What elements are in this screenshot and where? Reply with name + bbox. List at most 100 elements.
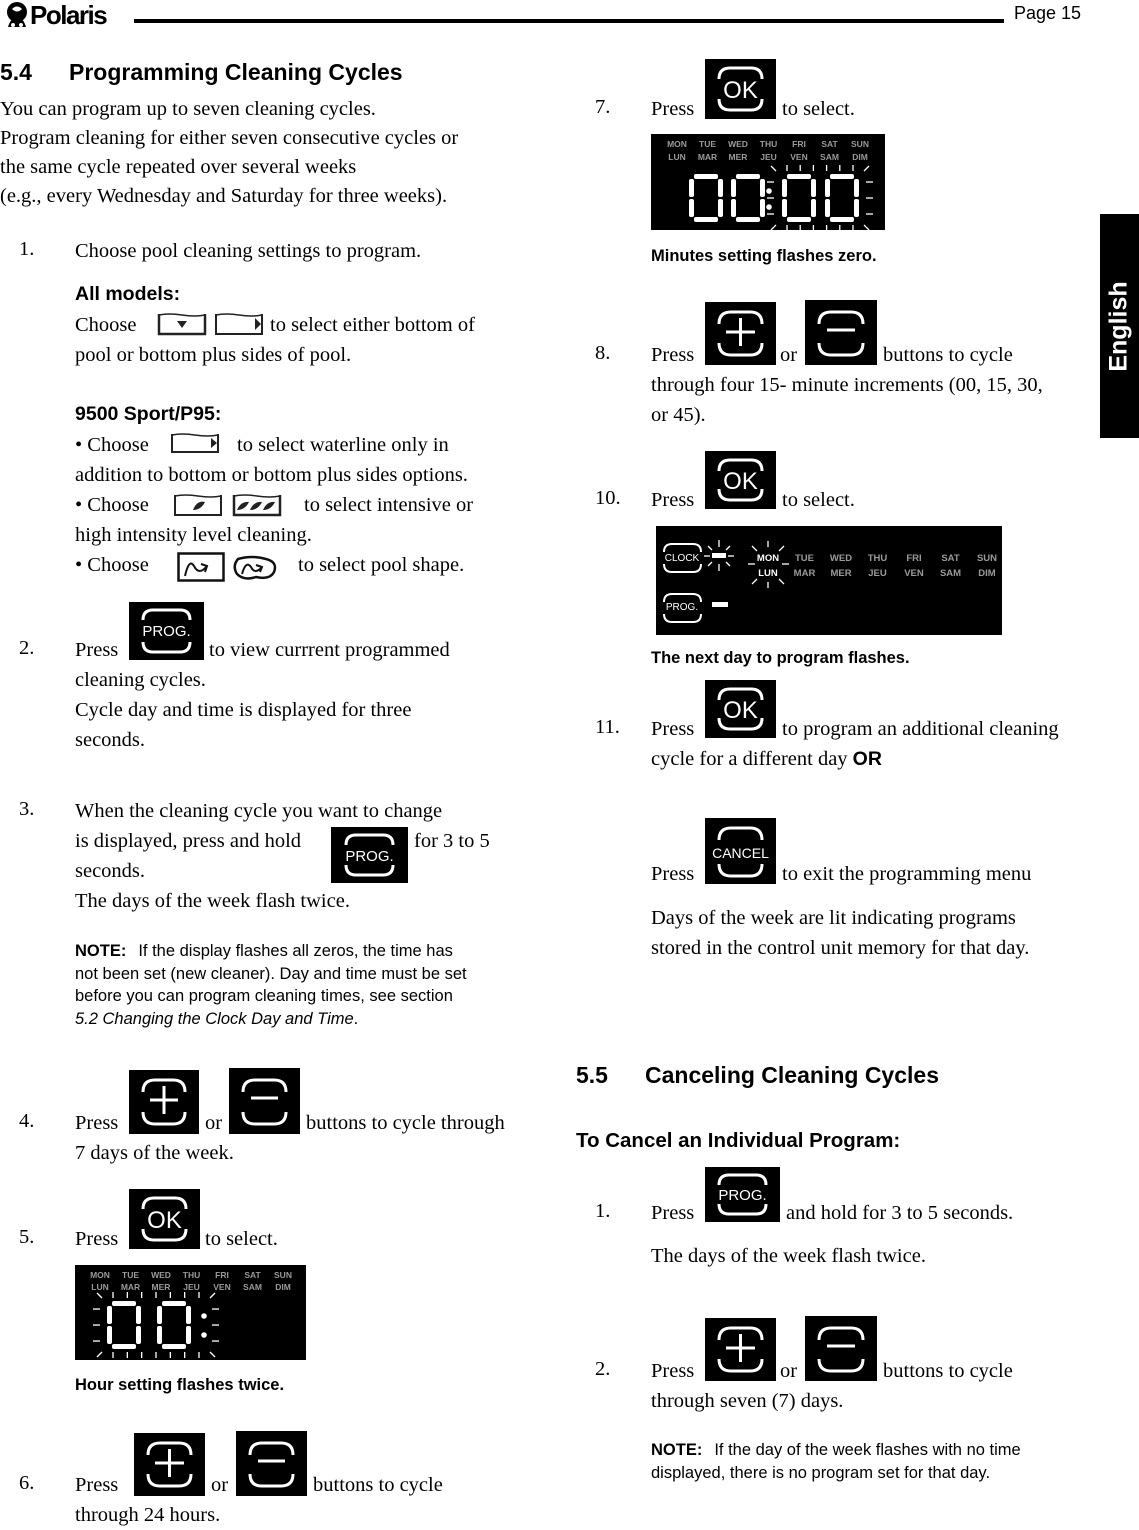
ok-key-icon[interactable]: OK	[129, 1189, 200, 1249]
page-number: Page 15	[1014, 3, 1082, 23]
step-number: 4.	[19, 1110, 35, 1132]
lcd-minutes-display: MON TUE WED THU FRI SAT SUN LUN MAR MER JEU VEN SAM D…	[651, 134, 885, 230]
high-intensity-clean-icon[interactable]	[232, 493, 282, 517]
flash-ray	[725, 561, 731, 567]
prog-key-icon[interactable]: PROG.	[129, 602, 204, 660]
day-label-en: THU	[183, 1270, 200, 1280]
lcd-digit-segment	[136, 1326, 141, 1344]
prog-key-icon[interactable]: PROG.	[705, 1167, 780, 1222]
minus-key-icon[interactable]	[229, 1068, 300, 1134]
ok-key-icon[interactable]: OK	[705, 451, 776, 509]
key-label: PROG.	[718, 1187, 766, 1204]
day-label-fr: JEU	[183, 1282, 200, 1292]
day-label-en: SAT	[821, 139, 838, 149]
day-label-fr: MER	[729, 152, 748, 162]
pool-bottom-sides-icon[interactable]	[214, 312, 264, 336]
plus-key-icon[interactable]	[705, 1318, 776, 1381]
lcd-digit-segment	[825, 199, 830, 217]
step-text: When the cleaning cycle you want to chan…	[75, 800, 443, 822]
plus-key-icon[interactable]	[134, 1433, 205, 1496]
bullet-text: high intensity level cleaning.	[75, 524, 312, 546]
lcd-digit-segment	[186, 1326, 191, 1344]
step-text: Press	[651, 863, 695, 885]
lcd-digit-segment	[787, 174, 811, 179]
key-label: PROG.	[142, 623, 190, 640]
lcd-digit-segment	[107, 1326, 112, 1344]
clock-key-outline	[663, 543, 702, 553]
day-label-en: THU	[760, 139, 777, 149]
section-reference-link[interactable]: 5.2 Changing the Clock Day and Time	[75, 1010, 354, 1028]
step-text: cleaning cycles.	[75, 669, 206, 691]
pool-bottom-icon[interactable]	[157, 312, 207, 336]
minus-key-icon[interactable]	[805, 300, 877, 365]
day-label-en: FRI	[792, 139, 806, 149]
step-number: 8.	[595, 342, 611, 364]
or-text: or	[780, 344, 798, 366]
lcd-digit-segment	[694, 217, 718, 222]
day-label-en: THU	[868, 553, 888, 564]
bullet-text: • Choose	[75, 554, 149, 576]
step-text: Press	[651, 98, 695, 120]
step-text: for 3 to 5	[414, 830, 490, 852]
day-label-en: MON	[90, 1270, 110, 1280]
step-text: Cycle day and time is displayed for thre…	[75, 699, 412, 721]
ok-key-icon[interactable]: OK	[705, 680, 776, 738]
lcd-digit-segment	[186, 1306, 191, 1324]
flash-ray	[725, 545, 731, 551]
step-text: to program an additional cleaning	[782, 718, 1059, 740]
key-label: PROG.	[345, 848, 393, 865]
bullet-text: • Choose	[75, 494, 149, 516]
cancel-key-icon[interactable]: CANCEL	[705, 818, 776, 884]
step-number: 5.	[19, 1226, 35, 1248]
step-number: 7.	[595, 96, 611, 118]
note-line: displayed, there is no program set for t…	[651, 1463, 991, 1482]
step-text: Press	[651, 344, 695, 366]
intro-paragraph: You can program up to seven cleaning cyc…	[0, 94, 458, 211]
lcd-colon-dot	[766, 188, 772, 194]
lcd-digit-segment	[736, 217, 760, 222]
lcd-digit-segment	[157, 1326, 162, 1344]
minus-key-icon[interactable]	[805, 1316, 877, 1381]
prog-key-icon[interactable]: PROG.	[331, 827, 408, 883]
lcd-digit-segment	[694, 174, 718, 179]
step-text: Choose pool cleaning settings to program…	[75, 240, 422, 262]
clock-label: CLOCK	[665, 553, 700, 564]
rectangular-pool-icon[interactable]	[177, 552, 225, 582]
header-rule	[134, 19, 1004, 23]
flash-ray	[778, 545, 785, 552]
key-label: OK	[147, 1207, 182, 1234]
note-line: If the day of the week flashes with no t…	[714, 1441, 1021, 1459]
language-tab[interactable]: English	[1100, 214, 1139, 438]
day-label-en: TUE	[122, 1270, 139, 1280]
day-label-fr: LUN	[758, 568, 778, 579]
day-label-fr: SAM	[820, 152, 839, 162]
flash-ray	[751, 545, 758, 552]
flash-ray	[707, 561, 713, 567]
waterline-icon[interactable]	[170, 432, 220, 454]
step-text: The days of the week flash twice.	[651, 1245, 926, 1267]
step-text: cycle for a different day OR	[651, 744, 882, 774]
ok-key-icon[interactable]: OK	[705, 59, 776, 119]
day-label-fr: MAR	[794, 568, 816, 579]
minus-key-icon[interactable]	[236, 1431, 307, 1496]
intensive-clean-icon[interactable]	[173, 493, 223, 517]
lcd-digit-segment	[718, 199, 723, 217]
day-label-en: WED	[151, 1270, 171, 1280]
day-label-en: MON	[667, 139, 687, 149]
plus-key-icon[interactable]	[129, 1070, 199, 1134]
step-number: 11.	[595, 716, 620, 738]
flash-ray	[707, 545, 713, 551]
day-label-fr: LUN	[668, 152, 685, 162]
step-text: is displayed, press and hold	[75, 830, 302, 852]
plus-key-icon[interactable]	[705, 302, 776, 365]
day-label-en: SUN	[977, 553, 997, 564]
step-text: to select.	[782, 489, 855, 511]
lcd-colon-dot	[201, 1332, 207, 1338]
step-text: Press	[75, 639, 119, 661]
step-number: 2.	[595, 1358, 611, 1380]
note-line: before you can program cleaning times, s…	[75, 987, 453, 1005]
freeform-pool-icon[interactable]	[232, 554, 278, 582]
brand-name: Polaris	[30, 0, 108, 30]
note-label: NOTE:	[75, 942, 127, 960]
step-number: 10.	[595, 487, 621, 509]
